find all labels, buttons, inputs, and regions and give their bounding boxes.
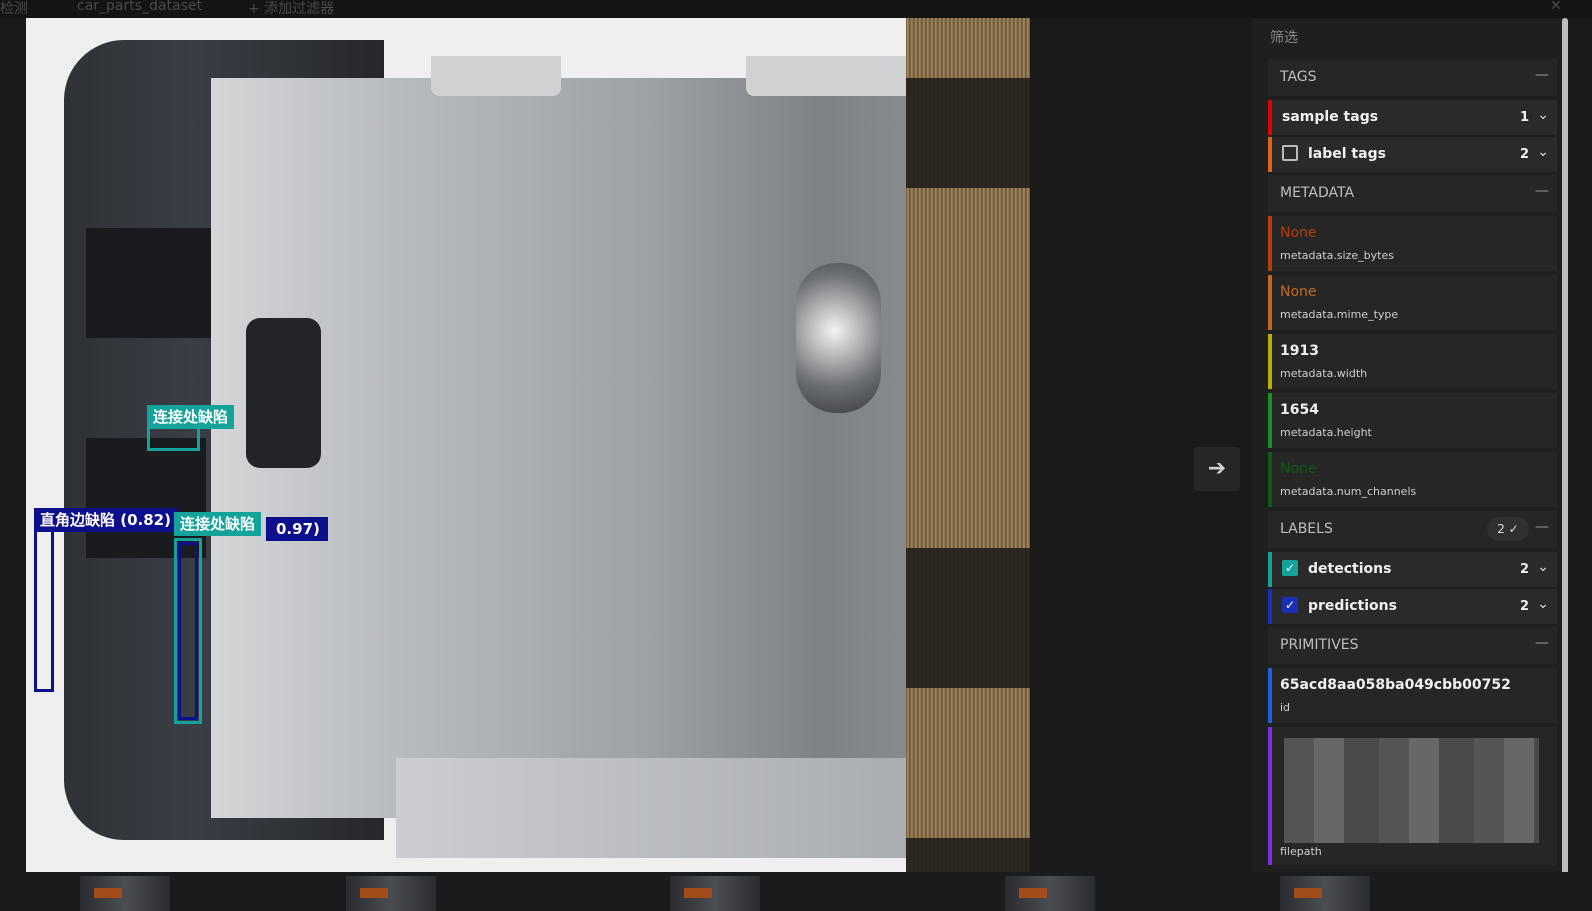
thumbnail-tag (360, 888, 388, 898)
thumbnail-tag (94, 888, 122, 898)
redacted-filepath-value (1284, 738, 1539, 843)
section-labels[interactable]: LABELS 2 ✓ — (1268, 511, 1557, 548)
dataset-name[interactable]: car_parts_dataset (77, 0, 202, 14)
metadata-key: metadata.mime_type (1280, 308, 1399, 321)
labels-count-badge[interactable]: 2 ✓ (1487, 517, 1529, 541)
image-part-thread-shadow (906, 78, 1030, 188)
thumbnail-tag (684, 888, 712, 898)
primitive-value: 65acd8aa058ba049cbb00752 (1280, 677, 1511, 693)
label-name: predictions (1308, 598, 1397, 614)
collapse-icon[interactable]: — (1535, 519, 1549, 535)
prediction-box[interactable] (178, 542, 198, 720)
metadata-row[interactable]: None metadata.mime_type (1268, 275, 1557, 330)
metadata-row[interactable]: None metadata.size_bytes (1268, 216, 1557, 271)
section-tags[interactable]: TAGS — (1268, 59, 1557, 96)
detection-label: 连接处缺陷 (174, 512, 262, 536)
checkmark-icon[interactable]: ✓ (1282, 560, 1298, 576)
metadata-value: None (1280, 225, 1317, 241)
prediction-box[interactable] (34, 528, 54, 692)
detection-label: 连接处缺陷 (147, 405, 235, 429)
thumbnail-tag (1019, 888, 1047, 898)
tag-row-label-tags[interactable]: label tags 2 ⌄ (1268, 137, 1557, 172)
thumbnail-tag (1294, 888, 1322, 898)
metadata-value: 1913 (1280, 343, 1319, 359)
metadata-value: 1654 (1280, 402, 1319, 418)
section-label: TAGS (1280, 69, 1317, 85)
label-count: 2 (1519, 562, 1529, 577)
collapse-icon[interactable]: — (1535, 67, 1549, 83)
sample-viewer: 连接处缺陷 直角边缺陷 (0.82) 0.97) 连接处缺陷 (0, 18, 1270, 893)
image-part-slot (246, 318, 321, 468)
section-label: PRIMITIVES (1280, 637, 1359, 653)
collapse-icon[interactable]: — (1535, 183, 1549, 199)
sidebar-title: 筛选 (1270, 30, 1298, 46)
metadata-key: metadata.num_channels (1280, 485, 1417, 498)
thumbnail[interactable] (670, 876, 760, 911)
arrow-right-icon: ➔ (1207, 456, 1227, 481)
metadata-value: None (1280, 461, 1317, 477)
primitive-key: id (1280, 701, 1291, 714)
thumbnail[interactable] (1005, 876, 1095, 911)
section-primitives[interactable]: PRIMITIVES — (1268, 627, 1557, 664)
close-icon[interactable]: ✕ (1550, 0, 1562, 14)
chevron-down-icon[interactable]: ⌄ (1537, 596, 1549, 612)
tag-count: 1 (1519, 110, 1529, 125)
checkmark-icon[interactable]: ✓ (1282, 597, 1298, 613)
prediction-label: 直角边缺陷 (0.82) (34, 508, 177, 532)
page-title: 检测 (0, 1, 28, 17)
sample-image[interactable] (26, 18, 1030, 885)
next-sample-button[interactable]: ➔ (1194, 447, 1240, 491)
metadata-key: metadata.height (1280, 426, 1372, 439)
label-row-predictions[interactable]: ✓ predictions 2 ⌄ (1268, 589, 1557, 624)
metadata-row[interactable]: 1654 metadata.height (1268, 393, 1557, 448)
label-count: 2 (1519, 599, 1529, 614)
chevron-down-icon[interactable]: ⌄ (1537, 144, 1549, 160)
thumbnail[interactable] (80, 876, 170, 911)
sidebar-scrollbar[interactable] (1562, 18, 1568, 878)
metadata-value: None (1280, 284, 1317, 300)
scroll-track (1568, 18, 1592, 911)
sample-filmstrip (0, 872, 1592, 911)
tag-label: sample tags (1282, 109, 1379, 125)
image-part-thread-shadow (906, 548, 1030, 688)
tag-label: label tags (1308, 146, 1386, 162)
image-part-tab (396, 758, 916, 858)
tag-count: 2 (1519, 147, 1529, 162)
metadata-row[interactable]: None metadata.num_channels (1268, 452, 1557, 507)
tag-row-sample-tags[interactable]: sample tags 1 ⌄ (1268, 100, 1557, 135)
metadata-key: metadata.size_bytes (1280, 249, 1394, 262)
label-row-detections[interactable]: ✓ detections 2 ⌄ (1268, 552, 1557, 587)
section-label: METADATA (1280, 185, 1355, 201)
image-part-tab (431, 56, 561, 96)
image-part-weld (796, 263, 881, 413)
prediction-label: 0.97) (266, 517, 328, 541)
label-name: detections (1308, 561, 1392, 577)
add-filter-button[interactable]: + 添加过滤器 (248, 0, 334, 18)
chevron-down-icon[interactable]: ⌄ (1537, 559, 1549, 575)
primitive-key: filepath (1280, 845, 1322, 858)
top-bar: 检测 car_parts_dataset + 添加过滤器 ✕ (0, 0, 1592, 18)
label-tags-checkbox[interactable] (1282, 145, 1298, 161)
chevron-down-icon[interactable]: ⌄ (1537, 107, 1549, 123)
thumbnail[interactable] (1280, 876, 1370, 911)
collapse-icon[interactable]: — (1535, 635, 1549, 651)
metadata-row[interactable]: 1913 metadata.width (1268, 334, 1557, 389)
section-metadata[interactable]: METADATA — (1268, 175, 1557, 212)
metadata-key: metadata.width (1280, 367, 1368, 380)
image-part-tab (746, 56, 926, 96)
section-label: LABELS (1280, 521, 1333, 537)
primitive-row-id[interactable]: 65acd8aa058ba049cbb00752 id (1268, 668, 1557, 723)
thumbnail[interactable] (346, 876, 436, 911)
